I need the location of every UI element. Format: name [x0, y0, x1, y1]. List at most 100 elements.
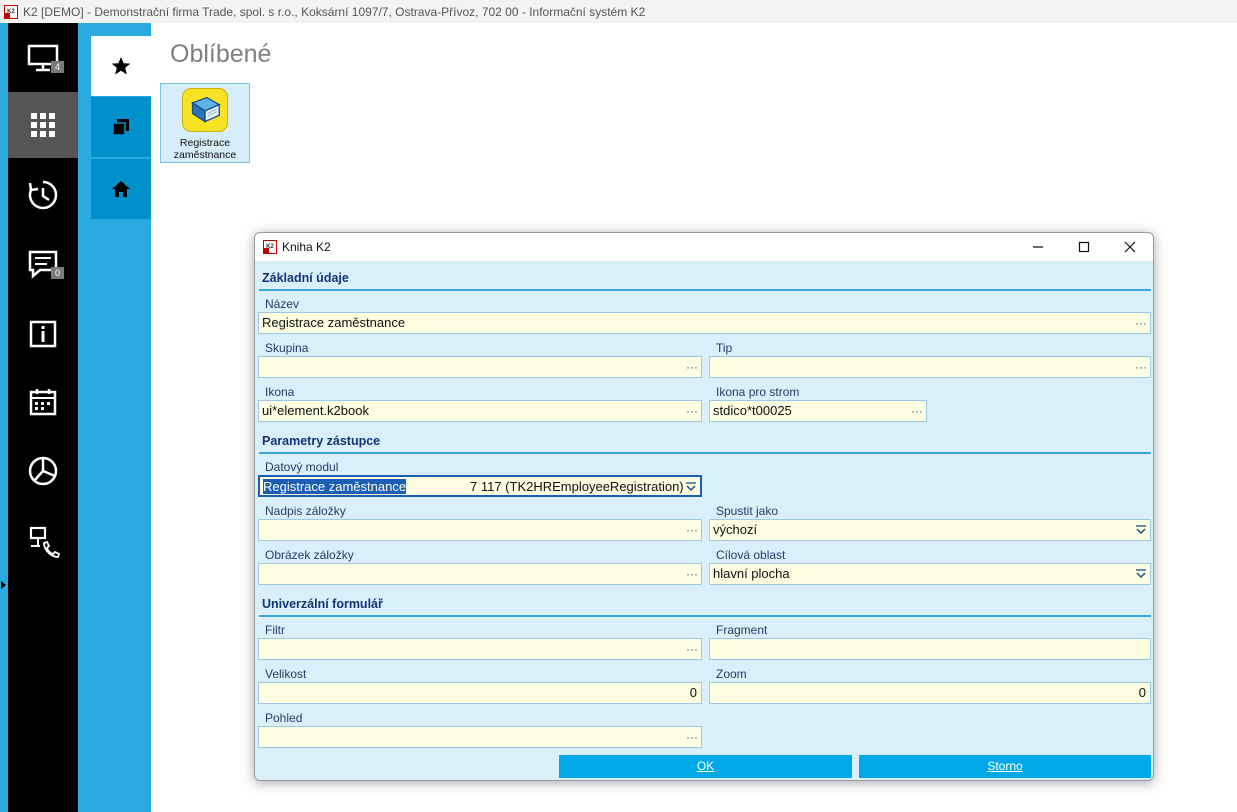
- k2-logo-icon: K2: [263, 240, 277, 254]
- tip-field[interactable]: ···: [709, 356, 1151, 378]
- storno-button[interactable]: Storno: [859, 755, 1151, 778]
- sidebar-item-history[interactable]: [8, 162, 78, 228]
- window-titlebar: K2 K2 [DEMO] - Demonstrační firma Trade,…: [0, 0, 1237, 23]
- sidebar-item-reports[interactable]: [8, 438, 78, 504]
- maximize-icon: [1078, 241, 1090, 253]
- sidebar-stripe: [0, 23, 8, 812]
- ikona-value: ui*element.k2book: [262, 403, 369, 418]
- pie-chart-icon: [28, 456, 58, 486]
- k2-logo-icon: K2: [4, 4, 18, 19]
- ikona-label: Ikona: [265, 385, 295, 399]
- tab-strip: [78, 23, 151, 812]
- dialog-title: Kniha K2: [282, 240, 331, 254]
- nazev-label: Název: [265, 297, 300, 311]
- nazev-value: Registrace zaměstnance: [262, 315, 406, 330]
- section-divider: [259, 289, 1151, 291]
- ok-button[interactable]: OK: [559, 755, 852, 778]
- zoom-label: Zoom: [716, 667, 747, 681]
- section-universal-title: Univerzální formulář: [262, 597, 383, 611]
- zoom-field[interactable]: 0: [709, 682, 1151, 704]
- pohled-field[interactable]: ···: [258, 726, 702, 748]
- nadpis-zalozky-label: Nadpis záložky: [265, 504, 346, 518]
- dropdown-arrow-icon[interactable]: [685, 481, 697, 493]
- obrazek-zalozky-ellipsis-button[interactable]: ···: [686, 564, 698, 584]
- minimize-button[interactable]: [1015, 233, 1061, 261]
- sidebar-item-apps[interactable]: [8, 92, 78, 158]
- page-title: Oblíbené: [170, 40, 272, 68]
- spustit-jako-label: Spustit jako: [716, 504, 779, 518]
- nadpis-zalozky-ellipsis-button[interactable]: ···: [686, 520, 698, 540]
- skupina-field[interactable]: ···: [258, 356, 702, 378]
- filtr-ellipsis-button[interactable]: ···: [686, 639, 698, 659]
- filtr-label: Filtr: [265, 623, 285, 637]
- sidebar-collapse-arrow-icon[interactable]: [1, 581, 6, 589]
- ikona-strom-label: Ikona pro strom: [716, 385, 800, 399]
- datovy-modul-detail: 7 117 (TK2HREmployeeRegistration): [470, 479, 684, 494]
- skupina-ellipsis-button[interactable]: ···: [686, 357, 698, 377]
- obrazek-zalozky-field[interactable]: ···: [258, 563, 702, 585]
- spustit-jako-select[interactable]: výchozí: [709, 519, 1151, 541]
- nadpis-zalozky-field[interactable]: ···: [258, 519, 702, 541]
- tab-windows[interactable]: [91, 97, 151, 157]
- section-divider: [259, 615, 1151, 617]
- minimize-icon: [1033, 246, 1043, 248]
- favorite-tile-label: Registrace zaměstnance: [173, 137, 237, 161]
- ikona-strom-field[interactable]: stdico*t00025 ···: [709, 400, 927, 422]
- tip-ellipsis-button[interactable]: ···: [1135, 357, 1147, 377]
- sidebar-item-communication[interactable]: [8, 508, 78, 574]
- dropdown-arrow-icon[interactable]: [1135, 524, 1147, 536]
- sidebar-item-messages[interactable]: 0: [8, 231, 78, 297]
- tab-home[interactable]: [91, 159, 151, 219]
- sidebar-item-desktops[interactable]: 4: [8, 25, 78, 91]
- ikona-strom-value: stdico*t00025: [713, 403, 792, 418]
- tip-label: Tip: [716, 341, 733, 355]
- velikost-field[interactable]: 0: [258, 682, 702, 704]
- nazev-ellipsis-button[interactable]: ···: [1135, 313, 1147, 333]
- favorite-tile[interactable]: Registrace zaměstnance: [160, 83, 250, 163]
- fragment-label: Fragment: [716, 623, 768, 637]
- datovy-modul-value: Registrace zaměstnance: [263, 479, 407, 494]
- cilova-oblast-value: hlavní plocha: [713, 566, 790, 581]
- maximize-button[interactable]: [1061, 233, 1107, 261]
- star-icon: [111, 57, 131, 75]
- history-icon: [28, 180, 58, 210]
- home-icon: [112, 181, 130, 197]
- book-icon: [182, 88, 228, 132]
- section-divider: [259, 452, 1151, 454]
- obrazek-zalozky-label: Obrázek záložky: [265, 548, 354, 562]
- section-basic-title: Základní údaje: [262, 271, 349, 285]
- kniha-k2-dialog: K2 Kniha K2 Základní údaje Název Registr…: [254, 232, 1154, 781]
- info-icon: [29, 320, 57, 348]
- ikona-strom-ellipsis-button[interactable]: ···: [911, 401, 923, 421]
- datovy-modul-select[interactable]: Registrace zaměstnance 7 117 (TK2HREmplo…: [258, 475, 702, 497]
- sidebar: 4 0: [0, 23, 78, 812]
- close-icon: [1124, 241, 1136, 253]
- velikost-value: 0: [689, 685, 697, 700]
- fragment-field[interactable]: [709, 638, 1151, 660]
- ikona-ellipsis-button[interactable]: ···: [686, 401, 698, 421]
- dropdown-arrow-icon[interactable]: [1135, 568, 1147, 580]
- window-title: K2 [DEMO] - Demonstrační firma Trade, sp…: [23, 4, 646, 19]
- spustit-jako-value: výchozí: [713, 522, 758, 537]
- pohled-ellipsis-button[interactable]: ···: [686, 727, 698, 747]
- messages-badge: 0: [51, 267, 64, 279]
- copy-windows-icon: [112, 119, 129, 136]
- app-window: K2 K2 [DEMO] - Demonstrační firma Trade,…: [0, 0, 1237, 812]
- network-phone-icon: [29, 526, 60, 558]
- cilova-oblast-label: Cílová oblast: [716, 548, 786, 562]
- datovy-modul-label: Datový modul: [265, 460, 339, 474]
- tab-favorites[interactable]: [91, 36, 151, 96]
- ikona-field[interactable]: ui*element.k2book ···: [258, 400, 702, 422]
- nazev-field[interactable]: Registrace zaměstnance ···: [258, 312, 1151, 334]
- section-proxy-title: Parametry zástupce: [262, 434, 381, 448]
- dialog-titlebar: K2 Kniha K2: [255, 233, 1153, 261]
- apps-grid-icon: [31, 113, 55, 137]
- dialog-window-controls: [1015, 233, 1153, 261]
- close-button[interactable]: [1107, 233, 1153, 261]
- filtr-field[interactable]: ···: [258, 638, 702, 660]
- sidebar-item-info[interactable]: [8, 301, 78, 367]
- sidebar-item-calendar[interactable]: [8, 369, 78, 435]
- pohled-label: Pohled: [265, 711, 303, 725]
- cilova-oblast-select[interactable]: hlavní plocha: [709, 563, 1151, 585]
- velikost-label: Velikost: [265, 667, 307, 681]
